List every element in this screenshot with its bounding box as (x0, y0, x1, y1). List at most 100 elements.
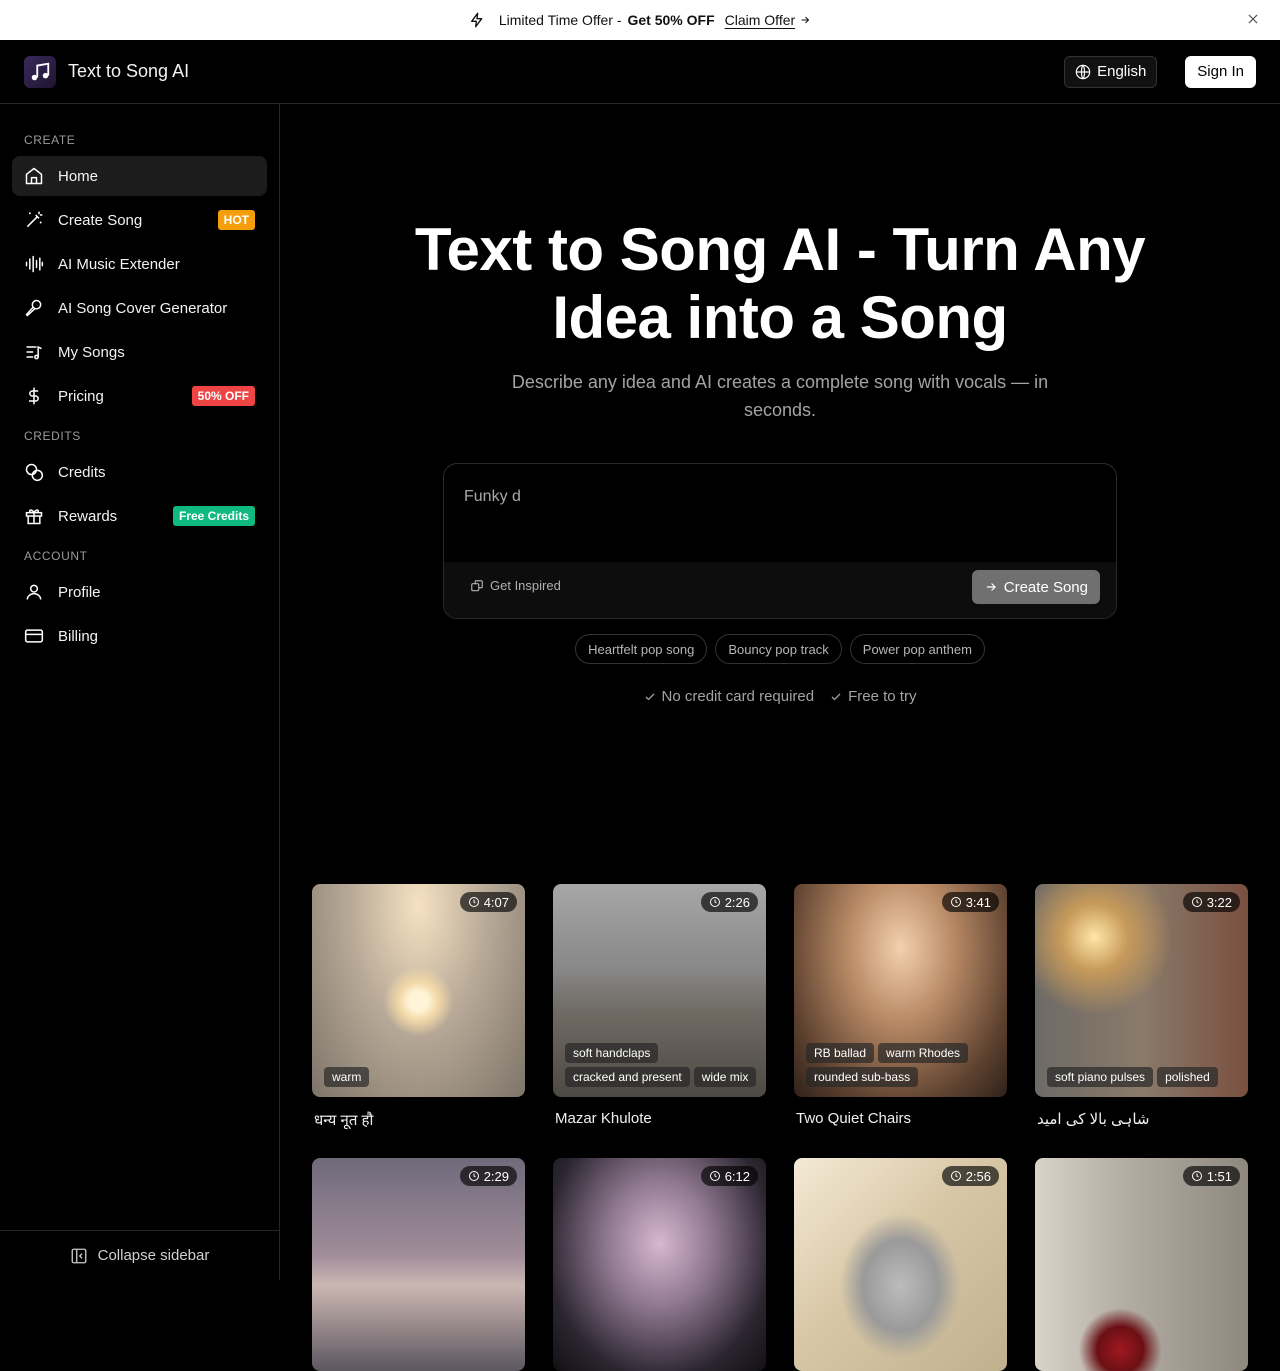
song-cover-image[interactable]: 3:22 soft piano pulses polished (1035, 884, 1248, 1097)
check-item: No credit card required (644, 688, 815, 705)
song-card[interactable]: 4:07 warm धन्य नूत हौ (312, 884, 525, 1130)
song-card[interactable]: 3:41 RB ballad warm Rhodes rounded sub-b… (794, 884, 1007, 1127)
sidebar-item-profile[interactable]: Profile (12, 572, 267, 612)
sidebar-item-credits[interactable]: Credits (12, 452, 267, 492)
section-title-create: CREATE (24, 133, 76, 147)
song-card[interactable]: 2:56 (794, 1158, 1007, 1371)
sidebar-item-label: Rewards (58, 507, 118, 525)
duration-label: 4:07 (483, 894, 509, 910)
song-cover-image[interactable]: 2:29 (312, 1158, 525, 1371)
duration-label: 2:26 (724, 894, 750, 910)
clock-icon (709, 897, 720, 907)
song-tags: warm (324, 1067, 524, 1087)
prompt-suggestions: Heartfelt pop song Bouncy pop track Powe… (280, 634, 1280, 664)
song-cover-image[interactable]: 3:41 RB ballad warm Rhodes rounded sub-b… (794, 884, 1007, 1097)
clock-icon (468, 1171, 479, 1181)
prompt-toolbar: Get Inspired Create Song (444, 562, 1116, 618)
suggestion-chip[interactable]: Heartfelt pop song (575, 634, 708, 664)
sidebar-item-create-song[interactable]: Create Song HOT (12, 200, 267, 240)
duration-badge: 2:56 (941, 1166, 999, 1186)
user-icon (24, 582, 44, 602)
arrow-right-icon (801, 16, 810, 24)
arrow-right-icon (986, 583, 996, 591)
sidebar-item-my-songs[interactable]: My Songs (12, 332, 267, 372)
check-icon (645, 693, 654, 700)
brand-name[interactable]: Text to Song AI (68, 61, 189, 82)
sidebar-item-cover-generator[interactable]: AI Song Cover Generator (12, 288, 267, 328)
duration-label: 3:41 (965, 894, 991, 910)
check-icon (831, 693, 841, 700)
coins-icon (24, 462, 44, 482)
claim-offer-link[interactable]: Claim Offer (725, 12, 812, 28)
section-title-credits: CREDITS (24, 429, 81, 443)
collapse-sidebar-button[interactable]: Collapse sidebar (0, 1230, 279, 1280)
song-tag: RB ballad (806, 1043, 875, 1063)
sidebar-item-label: Pricing (58, 387, 104, 405)
main-content: Text to Song AI - Turn Any Idea into a S… (280, 104, 1280, 1371)
song-title[interactable]: Mazar Khulote (555, 1110, 766, 1127)
duration-badge: 2:29 (459, 1166, 517, 1186)
song-title[interactable]: Two Quiet Chairs (796, 1110, 1007, 1127)
hero-title: Text to Song AI - Turn Any Idea into a S… (280, 216, 1280, 352)
check-item: Free to try (830, 688, 916, 705)
home-icon (24, 166, 44, 186)
get-inspired-button[interactable]: Get Inspired (470, 578, 561, 593)
dollar-icon (24, 386, 44, 406)
song-cover-image[interactable]: 2:26 soft handclaps cracked and present … (553, 884, 766, 1097)
claim-offer-label[interactable]: Claim Offer (725, 12, 796, 28)
sidebar-item-pricing[interactable]: Pricing 50% OFF (12, 376, 267, 416)
app-logo[interactable] (24, 55, 56, 88)
wand-icon (24, 210, 44, 230)
create-song-button[interactable]: Create Song (971, 570, 1100, 604)
song-tag: polished (1157, 1067, 1218, 1087)
song-card[interactable]: 2:26 soft handclaps cracked and present … (553, 884, 766, 1127)
song-cover-image[interactable]: 2:56 (794, 1158, 1007, 1371)
duration-label: 3:22 (1206, 894, 1232, 910)
microphone-icon (24, 298, 44, 318)
promo-banner: Limited Time Offer - Get 50% OFF Claim O… (0, 0, 1280, 40)
song-title[interactable]: धन्य नूत हौ (314, 1110, 525, 1130)
sidebar-item-label: AI Music Extender (58, 255, 180, 273)
panel-left-icon (71, 1248, 87, 1263)
song-cover-image[interactable]: 1:51 (1035, 1158, 1248, 1371)
clock-icon (1191, 897, 1202, 907)
song-cover-image[interactable]: 6:12 (553, 1158, 766, 1371)
song-title[interactable]: شاہی بالا کی امید (1037, 1110, 1248, 1128)
collapse-sidebar-label: Collapse sidebar (97, 1247, 210, 1264)
sign-in-button[interactable]: Sign In (1185, 55, 1256, 88)
song-tag: warm (324, 1067, 370, 1087)
song-cover-image[interactable]: 4:07 warm (312, 884, 525, 1097)
duration-badge: 4:07 (459, 892, 517, 912)
sidebar-item-label: Home (58, 167, 99, 185)
clock-icon (950, 1171, 961, 1181)
sidebar-item-label: Profile (58, 583, 101, 601)
suggestion-chip[interactable]: Bouncy pop track (715, 634, 842, 664)
waveform-icon (24, 254, 44, 274)
sidebar-item-label: Create Song (58, 211, 143, 229)
promo-text: Limited Time Offer - (498, 12, 622, 28)
duration-badge: 6:12 (700, 1166, 758, 1186)
suggestion-chip[interactable]: Power pop anthem (849, 634, 985, 664)
song-card[interactable]: 1:51 (1035, 1158, 1248, 1371)
song-prompt-input[interactable]: Funky d (464, 488, 521, 506)
language-selector[interactable]: English (1064, 55, 1158, 88)
song-card[interactable]: 2:29 (312, 1158, 525, 1371)
check-label: No credit card required (661, 688, 815, 705)
song-tag: cracked and present (565, 1067, 690, 1087)
close-icon[interactable] (1246, 12, 1260, 26)
music-list-icon (24, 342, 44, 362)
sidebar-item-music-extender[interactable]: AI Music Extender (12, 244, 267, 284)
song-card[interactable]: 6:12 (553, 1158, 766, 1371)
create-song-label: Create Song (1003, 578, 1088, 596)
sidebar-item-rewards[interactable]: Rewards Free Credits (12, 496, 267, 536)
app-header: Text to Song AI English Sign In (0, 40, 1280, 104)
song-card[interactable]: 3:22 soft piano pulses polished شاہی بال… (1035, 884, 1248, 1128)
lightning-icon (469, 12, 485, 28)
song-tags: soft handclaps cracked and present wide … (565, 1043, 765, 1087)
duration-badge: 3:41 (941, 892, 999, 912)
sidebar-item-billing[interactable]: Billing (12, 616, 267, 656)
trust-checks: No credit card required Free to try (280, 688, 1280, 705)
free-credits-badge: Free Credits (172, 506, 255, 526)
sidebar-item-home[interactable]: Home (12, 156, 267, 196)
music-note-icon (31, 62, 50, 80)
